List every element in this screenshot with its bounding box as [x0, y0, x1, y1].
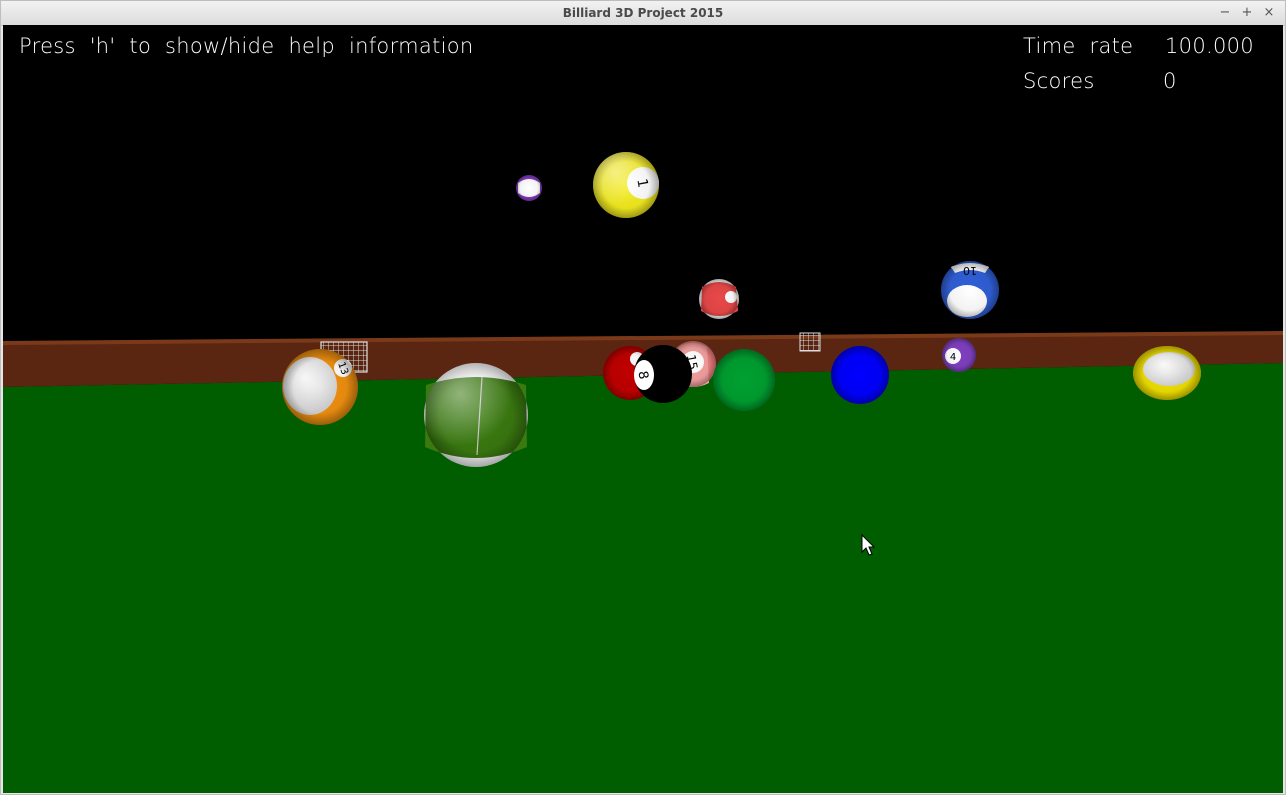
- app-window: Billiard 3D Project 2015 − + × 8 Press '…: [0, 0, 1286, 795]
- ball-13-orange[interactable]: 13: [282, 349, 358, 425]
- ball-10-blue[interactable]: 10: [941, 261, 999, 319]
- help-hint-text: Press 'h' to show/hide help information: [19, 34, 474, 58]
- ball-8-black[interactable]: 8: [634, 345, 692, 403]
- ball-1-yellow[interactable]: 1: [593, 152, 659, 218]
- ball-4-purple[interactable]: 4: [942, 338, 976, 372]
- time-rate-label: Time rate: [1023, 34, 1134, 58]
- minimize-button[interactable]: −: [1216, 4, 1234, 22]
- close-button[interactable]: ×: [1260, 4, 1278, 22]
- ball-yellow-stripe[interactable]: [1133, 346, 1201, 400]
- billiard-scene[interactable]: 1 10 4: [3, 25, 1283, 793]
- title-bar[interactable]: Billiard 3D Project 2015 − + ×: [1, 1, 1285, 26]
- maximize-button[interactable]: +: [1238, 4, 1256, 22]
- time-rate-value: 100.000: [1165, 34, 1254, 58]
- pocket-net-center: [799, 332, 821, 352]
- ball-green-stripe[interactable]: [424, 363, 528, 467]
- ball-green-solid[interactable]: [713, 349, 775, 411]
- ball-12-purple-small[interactable]: [516, 175, 542, 201]
- scores-label: Scores: [1023, 69, 1095, 93]
- game-viewport[interactable]: 1 10 4: [3, 25, 1283, 793]
- ball-3-red[interactable]: [699, 279, 739, 319]
- window-title: Billiard 3D Project 2015: [562, 6, 724, 20]
- scores-value: 0: [1163, 69, 1177, 93]
- table-felt[interactable]: [3, 363, 1283, 793]
- ball-blue-solid[interactable]: [831, 346, 889, 404]
